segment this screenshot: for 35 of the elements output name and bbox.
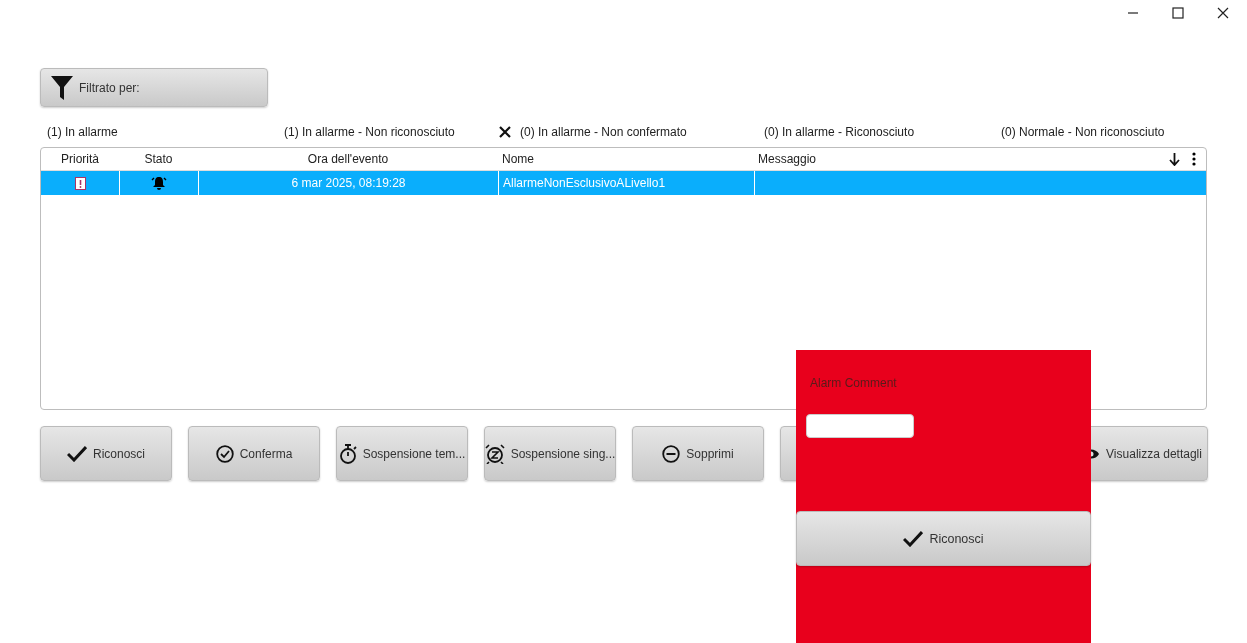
legend-label: (1) In allarme - Non riconosciuto — [284, 125, 455, 139]
action-button[interactable]: Riconosci — [40, 426, 172, 481]
acknowledge-button[interactable]: Riconosci — [796, 511, 1091, 566]
legend-label: (0) In allarme - Non confermato — [520, 125, 687, 139]
maximize-icon[interactable] — [1172, 7, 1184, 19]
legend-label: (0) In allarme - Riconosciuto — [764, 125, 915, 139]
bell-icon — [151, 175, 167, 191]
popup-title: Alarm Comment — [810, 376, 898, 390]
close-icon[interactable] — [1217, 7, 1229, 19]
column-header[interactable]: Stato — [119, 152, 198, 166]
table-cell: 6 mar 2025, 08:19:28 — [198, 171, 498, 195]
comment-input-field[interactable] — [806, 414, 914, 438]
action-button[interactable]: Sospensione sing... — [484, 426, 616, 481]
column-header[interactable]: Priorità — [41, 152, 119, 166]
column-header[interactable]: Messaggio — [754, 152, 1206, 166]
column-header[interactable]: Nome — [498, 152, 754, 166]
legend-label: (1) In allarme — [47, 125, 118, 139]
exclamation-icon — [74, 176, 86, 190]
action-button[interactable]: Sopprimi — [632, 426, 764, 481]
action-button[interactable]: Conferma — [188, 426, 320, 481]
alarm-clock-icon — [484, 443, 505, 464]
minus-circle-icon — [662, 444, 681, 463]
more-options-icon[interactable] — [1192, 152, 1196, 166]
sort-arrow-icon[interactable] — [1169, 152, 1180, 166]
check-circle-icon — [215, 444, 234, 463]
filter-button[interactable]: Filtrato per: — [40, 68, 268, 107]
check-icon — [67, 445, 87, 462]
column-header[interactable]: Ora dell'evento — [198, 152, 498, 166]
close-icon[interactable] — [499, 126, 511, 138]
legend-label: (0) Normale - Non riconosciuto — [1001, 125, 1165, 139]
stopwatch-icon — [338, 443, 357, 464]
filter-icon — [51, 75, 73, 100]
table-cell: AllarmeNonEsclusivoALivello1 — [498, 171, 754, 195]
action-button[interactable]: Sospensione tem... — [336, 426, 468, 481]
check-icon — [903, 530, 924, 547]
